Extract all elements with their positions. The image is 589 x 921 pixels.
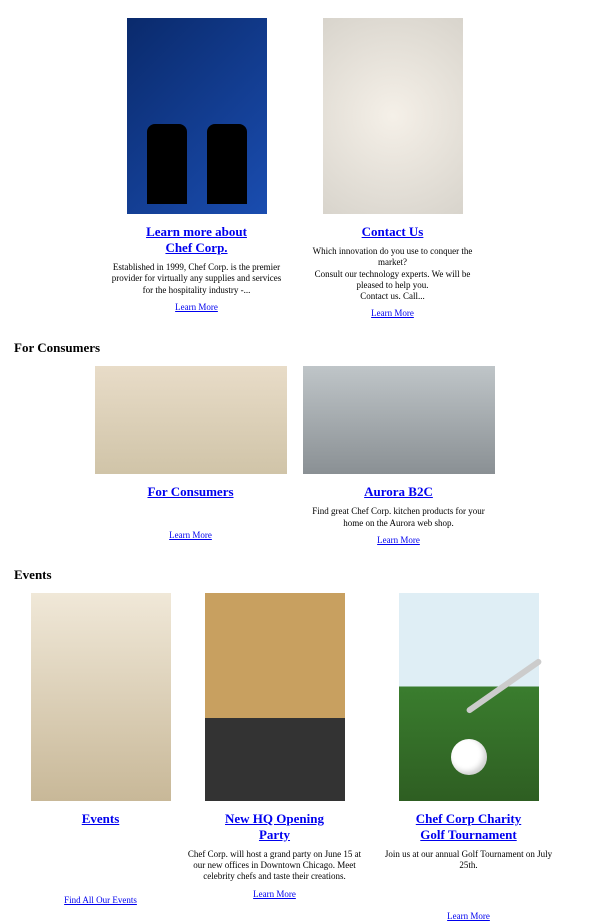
card-desc: Which innovation do you use to conquer t… — [303, 246, 483, 302]
card-title-link[interactable]: For Consumers — [147, 484, 233, 499]
card-title-link[interactable]: Contact Us — [362, 224, 424, 239]
card-events: Events Find All Our Events — [31, 593, 171, 921]
title-line1: Learn more about — [146, 224, 247, 239]
title-line2: Chef Corp. — [165, 240, 227, 255]
title-line2: Party — [259, 827, 290, 842]
section-heading-consumers: For Consumers — [14, 340, 589, 356]
card-contact-us: Contact Us Which innovation do you use t… — [303, 18, 483, 318]
card-title: For Consumers — [147, 484, 233, 500]
title-line1: New HQ Opening — [225, 811, 324, 826]
image-building — [205, 593, 345, 801]
image-events-people — [31, 593, 171, 801]
image-handshake — [127, 18, 267, 214]
learn-more-link[interactable]: Learn More — [447, 911, 490, 921]
card-golf-tournament: Chef Corp Charity Golf Tournament Join u… — [379, 593, 559, 921]
title-line1: Chef Corp Charity — [416, 811, 521, 826]
card-title: Aurora B2C — [364, 484, 433, 500]
card-title: Chef Corp Charity Golf Tournament — [416, 811, 521, 843]
image-hands — [323, 18, 463, 214]
learn-more-link[interactable]: Learn More — [253, 889, 296, 899]
image-golf — [399, 593, 539, 801]
card-desc: Chef Corp. will host a grand party on Ju… — [185, 849, 365, 883]
find-events-link[interactable]: Find All Our Events — [64, 895, 137, 905]
card-title: Events — [82, 811, 120, 827]
card-title-link[interactable]: New HQ Opening Party — [225, 811, 324, 842]
card-desc: Find great Chef Corp. kitchen products f… — [309, 506, 489, 529]
title-line2: Golf Tournament — [420, 827, 516, 842]
title-line1: Events — [82, 811, 120, 826]
learn-more-link[interactable]: Learn More — [377, 535, 420, 545]
card-desc: Join us at our annual Golf Tournament on… — [379, 849, 559, 905]
image-consumers — [95, 366, 287, 474]
learn-more-link[interactable]: Learn More — [169, 530, 212, 540]
card-title: New HQ Opening Party — [225, 811, 324, 843]
card-for-consumers: For Consumers Learn More — [95, 366, 287, 545]
card-title-link[interactable]: Chef Corp Charity Golf Tournament — [416, 811, 521, 842]
card-title: Contact Us — [362, 224, 424, 240]
card-new-hq-party: New HQ Opening Party Chef Corp. will hos… — [185, 593, 365, 921]
image-mixer — [303, 366, 495, 474]
card-aurora-b2c: Aurora B2C Find great Chef Corp. kitchen… — [303, 366, 495, 545]
learn-more-link[interactable]: Learn More — [175, 302, 218, 312]
card-title-link[interactable]: Aurora B2C — [364, 484, 433, 499]
card-desc: Established in 1999, Chef Corp. is the p… — [107, 262, 287, 296]
card-title-link[interactable]: Events — [82, 811, 120, 826]
learn-more-link[interactable]: Learn More — [371, 308, 414, 318]
card-title: Learn more about Chef Corp. — [146, 224, 247, 256]
section-heading-events: Events — [14, 567, 589, 583]
title-line1: Contact Us — [362, 224, 424, 239]
card-title-link[interactable]: Learn more about Chef Corp. — [146, 224, 247, 255]
card-learn-more: Learn more about Chef Corp. Established … — [107, 18, 287, 318]
